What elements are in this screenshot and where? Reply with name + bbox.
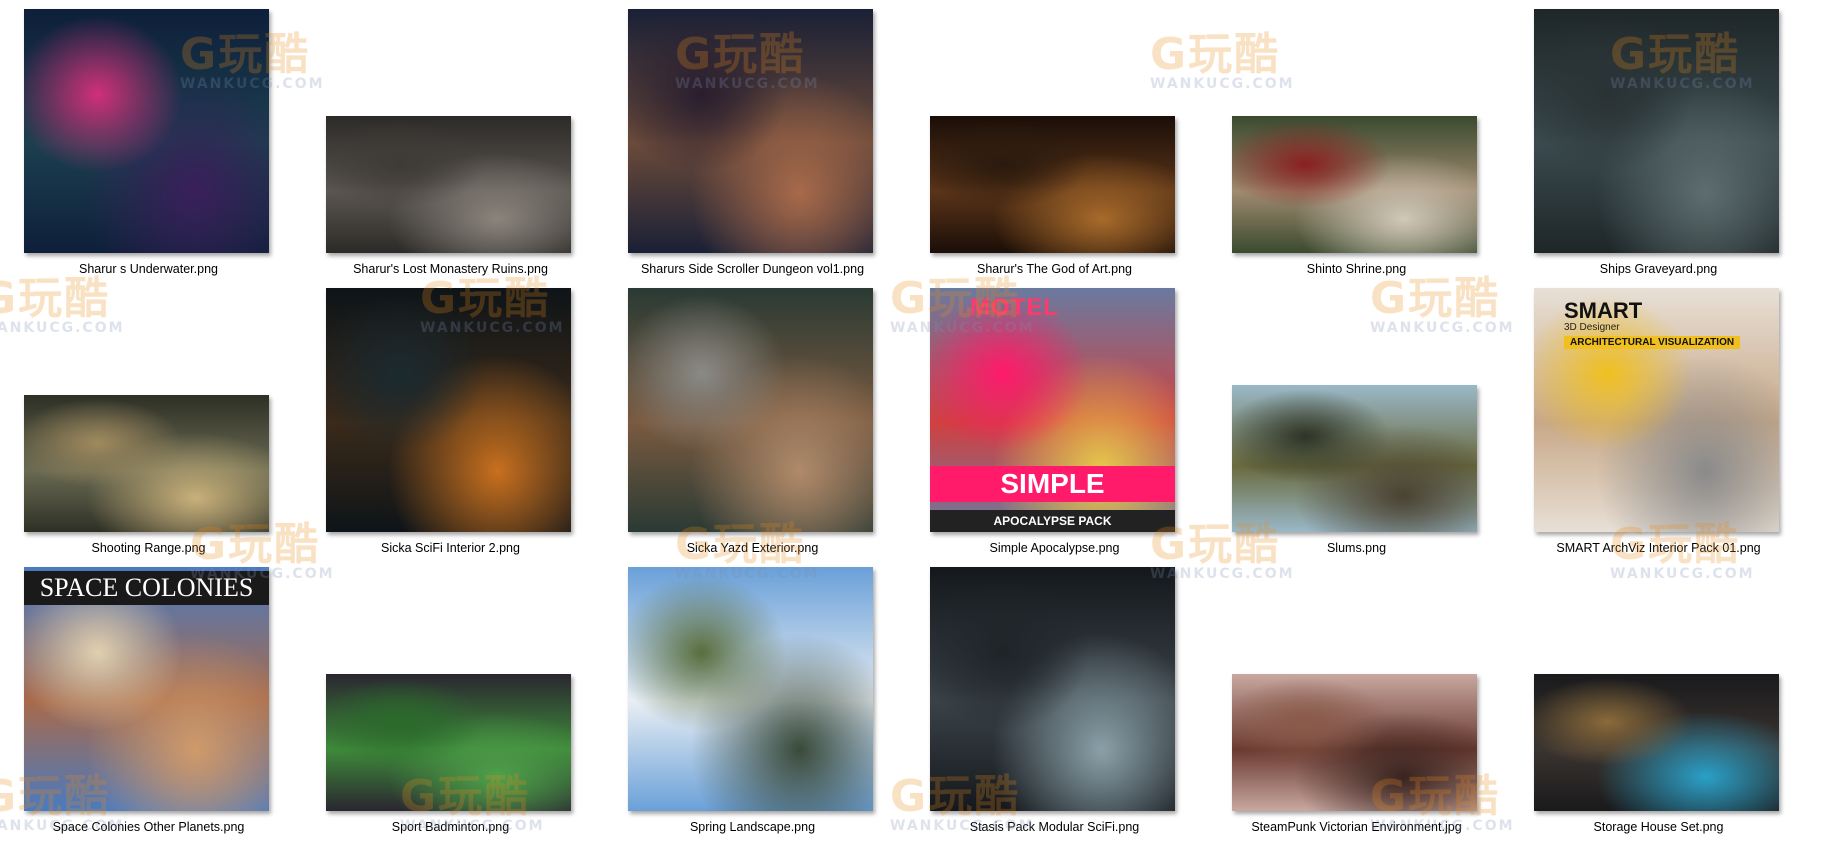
file-name: Sicka SciFi Interior 2.png	[381, 541, 520, 555]
thumbnail-image[interactable]	[628, 288, 873, 532]
file-name: Stasis Pack Modular SciFi.png	[969, 820, 1140, 834]
thumbnail-image[interactable]: MOTEL SIMPLE APOCALYPSE PACK	[930, 288, 1175, 532]
thumbnail-image[interactable]	[1232, 116, 1477, 253]
thumbnail-image[interactable]	[628, 567, 873, 811]
thumbnail-image[interactable]	[930, 567, 1175, 811]
file-item[interactable]: Sicka Yazd Exterior.png	[615, 280, 890, 560]
file-name: Sport Badminton.png	[391, 820, 510, 834]
file-item[interactable]: MOTEL SIMPLE APOCALYPSE PACK Simple Apocal…	[917, 280, 1192, 560]
file-name: SMART ArchViz Interior Pack 01.png	[1556, 541, 1761, 555]
file-item[interactable]: Sport Badminton.png	[313, 560, 588, 841]
file-name: Sicka Yazd Exterior.png	[686, 541, 819, 555]
file-name: Slums.png	[1326, 541, 1387, 555]
file-name: Simple Apocalypse.png	[989, 541, 1120, 555]
file-item[interactable]: Spring Landscape.png	[615, 560, 890, 841]
thumbnail-text: MOTEL	[970, 294, 1059, 321]
file-name: Sharur's The God of Art.png	[976, 262, 1133, 276]
file-name: Sharur s Underwater.png	[79, 262, 218, 276]
thumbnail-image[interactable]	[24, 395, 269, 532]
file-name: Sharur's Lost Monastery Ruins.png	[353, 262, 548, 276]
thumbnail-image[interactable]	[326, 288, 571, 532]
thumbnail-text: APOCALYPSE PACK	[930, 510, 1175, 532]
thumbnail-image[interactable]	[1232, 385, 1477, 532]
thumbnail-text: SPACE COLONIES	[24, 571, 269, 605]
file-name: Sharurs Side Scroller Dungeon vol1.png	[640, 262, 865, 276]
thumbnail-image[interactable]: SMART 3D Designer ARCHITECTURAL VISUALIZAT…	[1534, 288, 1779, 532]
file-item[interactable]: Sharur's The God of Art.png	[917, 0, 1192, 280]
file-item[interactable]: SteamPunk Victorian Environment.jpg	[1219, 560, 1494, 841]
file-item[interactable]: Sharur s Underwater.png	[11, 0, 286, 280]
thumbnail-image[interactable]: SPACE COLONIES	[24, 567, 269, 811]
file-name: Shinto Shrine.png	[1306, 262, 1407, 276]
thumbnail-text: ARCHITECTURAL VISUALIZATION	[1564, 336, 1741, 349]
thumbnail-image[interactable]	[326, 674, 571, 811]
thumbnail-image[interactable]	[628, 9, 873, 253]
file-item[interactable]: Storage House Set.png	[1521, 560, 1796, 841]
file-item[interactable]: Slums.png	[1219, 280, 1494, 560]
file-item[interactable]: SMART 3D Designer ARCHITECTURAL VISUALIZAT…	[1521, 280, 1796, 560]
thumbnail-image[interactable]	[1534, 674, 1779, 811]
thumbnail-text: SMART	[1564, 298, 1643, 323]
thumbnail-image[interactable]	[24, 9, 269, 253]
thumbnail-image[interactable]	[930, 116, 1175, 253]
file-name: SteamPunk Victorian Environment.jpg	[1251, 820, 1462, 834]
file-name: Space Colonies Other Planets.png	[52, 820, 245, 834]
file-grid: Sharur s Underwater.png Sharur's Lost Mo…	[0, 0, 1827, 841]
file-item[interactable]: Stasis Pack Modular SciFi.png	[917, 560, 1192, 841]
thumbnail-image[interactable]	[1534, 9, 1779, 253]
file-item[interactable]: Ships Graveyard.png	[1521, 0, 1796, 280]
file-item[interactable]: Sharur's Lost Monastery Ruins.png	[313, 0, 588, 280]
thumbnail-image[interactable]	[1232, 674, 1477, 811]
file-item[interactable]: SPACE COLONIES Space Colonies Other Plan…	[11, 560, 286, 841]
file-item[interactable]: Sharurs Side Scroller Dungeon vol1.png	[615, 0, 890, 280]
file-name: Storage House Set.png	[1593, 820, 1724, 834]
thumbnail-image[interactable]	[326, 116, 571, 253]
file-item[interactable]: Shooting Range.png	[11, 280, 286, 560]
file-name: Spring Landscape.png	[689, 820, 816, 834]
file-name: Shooting Range.png	[91, 541, 206, 555]
file-name: Ships Graveyard.png	[1599, 262, 1718, 276]
thumbnail-text: 3D Designer	[1564, 322, 1620, 333]
file-item[interactable]: Shinto Shrine.png	[1219, 0, 1494, 280]
file-item[interactable]: Sicka SciFi Interior 2.png	[313, 280, 588, 560]
thumbnail-text: SIMPLE	[930, 466, 1175, 502]
